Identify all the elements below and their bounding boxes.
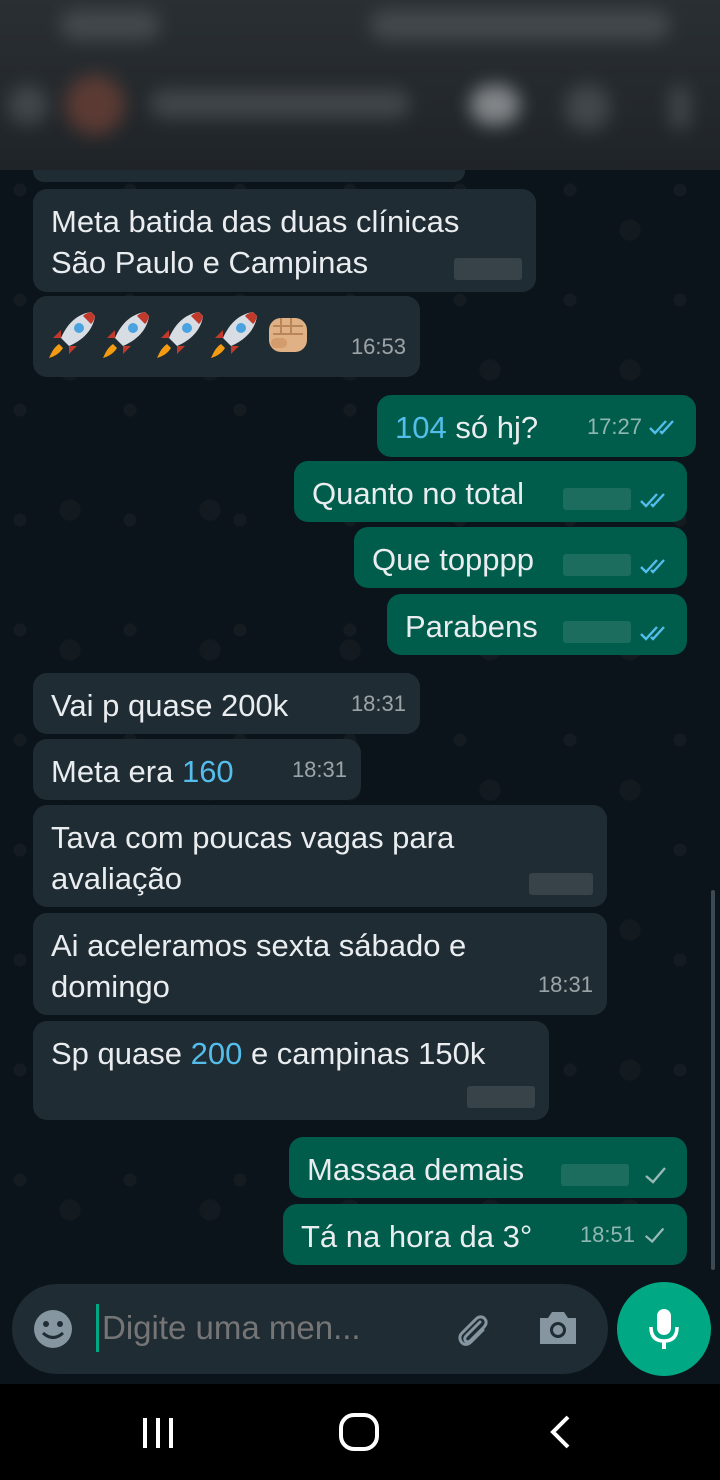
rocket-emoji-icon bbox=[103, 312, 149, 358]
message-bubble[interactable]: Parabens bbox=[387, 594, 687, 655]
message-time: 18:51 bbox=[580, 1214, 669, 1255]
message-bubble[interactable]: Massaa demais bbox=[289, 1137, 687, 1198]
message-bubble[interactable]: Vai p quase 200k 18:31 bbox=[33, 673, 420, 734]
message-bubble[interactable]: Tá na hora da 3° 18:51 bbox=[283, 1204, 687, 1265]
message-bubble[interactable]: Quanto no total bbox=[294, 461, 687, 522]
message-text: Ai aceleramos sexta sábado e domingo bbox=[51, 928, 467, 1004]
hidden-timestamp bbox=[561, 1164, 629, 1186]
mic-button[interactable] bbox=[617, 1282, 711, 1376]
double-check-read-icon bbox=[640, 626, 665, 641]
contact-avatar[interactable] bbox=[65, 75, 125, 135]
message-bubble[interactable]: Ai aceleramos sexta sábado e domingo 18:3… bbox=[33, 913, 607, 1015]
back-icon[interactable] bbox=[548, 1414, 574, 1450]
hidden-timestamp bbox=[467, 1086, 535, 1108]
message-bubble[interactable]: Tava com poucas vagas para avaliação bbox=[33, 805, 607, 907]
rocket-emoji-icon bbox=[157, 312, 203, 358]
message-bubble[interactable]: Sp quase 200 e campinas 150k bbox=[33, 1021, 549, 1120]
message-bubble[interactable]: Meta era 160 18:31 bbox=[33, 739, 361, 800]
message-time: 18:31 bbox=[350, 691, 406, 716]
message-bubble[interactable]: Meta batida das duas clínicas São Paulo … bbox=[33, 189, 536, 292]
message-time: 18:31 bbox=[537, 972, 593, 997]
contact-name[interactable] bbox=[150, 90, 410, 118]
home-icon[interactable] bbox=[338, 1412, 380, 1452]
text-cursor bbox=[96, 1304, 99, 1352]
emoji-icon[interactable] bbox=[32, 1308, 74, 1350]
chat-header bbox=[0, 0, 720, 170]
scrollbar[interactable] bbox=[711, 890, 715, 1270]
hidden-timestamp bbox=[454, 258, 522, 280]
video-call-icon[interactable] bbox=[470, 85, 520, 125]
voice-call-icon[interactable] bbox=[565, 85, 610, 130]
message-bubble[interactable]: 104 só hj? 17:27 bbox=[377, 395, 696, 457]
number-link[interactable]: 104 bbox=[395, 410, 447, 445]
system-navigation-bar bbox=[0, 1384, 720, 1480]
message-text: Meta batida das duas clínicas São Paulo … bbox=[51, 204, 460, 280]
message-time: 17:27 bbox=[587, 406, 680, 447]
single-check-sent-icon bbox=[644, 1227, 665, 1243]
message-bubble[interactable]: Que topppp bbox=[354, 527, 687, 588]
message-time: 18:31 bbox=[291, 757, 347, 782]
single-check-sent-icon bbox=[645, 1167, 666, 1184]
rocket-emoji-icon bbox=[49, 312, 95, 358]
message-text: Que topppp bbox=[372, 542, 535, 577]
message-bubble[interactable]: 16:53 bbox=[33, 296, 420, 377]
hidden-timestamp bbox=[563, 621, 631, 643]
recent-apps-icon[interactable] bbox=[140, 1416, 176, 1450]
message-bubble-partial bbox=[33, 170, 465, 182]
number-link[interactable]: 200 bbox=[191, 1036, 243, 1071]
camera-icon[interactable] bbox=[536, 1308, 580, 1348]
menu-icon[interactable] bbox=[670, 85, 690, 130]
double-check-read-icon bbox=[640, 559, 665, 574]
hidden-timestamp bbox=[563, 488, 631, 510]
message-text: Sp quase 200 e campinas 150k bbox=[51, 1036, 486, 1071]
message-text: Tava com poucas vagas para avaliação bbox=[51, 820, 455, 896]
message-input[interactable] bbox=[102, 1300, 422, 1356]
hidden-timestamp bbox=[563, 554, 631, 576]
message-composer[interactable] bbox=[12, 1284, 608, 1374]
message-time: 16:53 bbox=[350, 334, 406, 359]
fist-emoji-icon bbox=[269, 318, 307, 352]
chat-area[interactable]: Meta batida das duas clínicas São Paulo … bbox=[0, 170, 720, 1280]
hidden-timestamp bbox=[529, 873, 593, 895]
attach-icon[interactable] bbox=[450, 1308, 494, 1352]
double-check-read-icon bbox=[649, 419, 674, 435]
double-check-read-icon bbox=[640, 493, 665, 508]
rocket-emoji-icon bbox=[211, 312, 257, 358]
mic-icon bbox=[649, 1309, 679, 1349]
number-link[interactable]: 160 bbox=[182, 754, 234, 789]
